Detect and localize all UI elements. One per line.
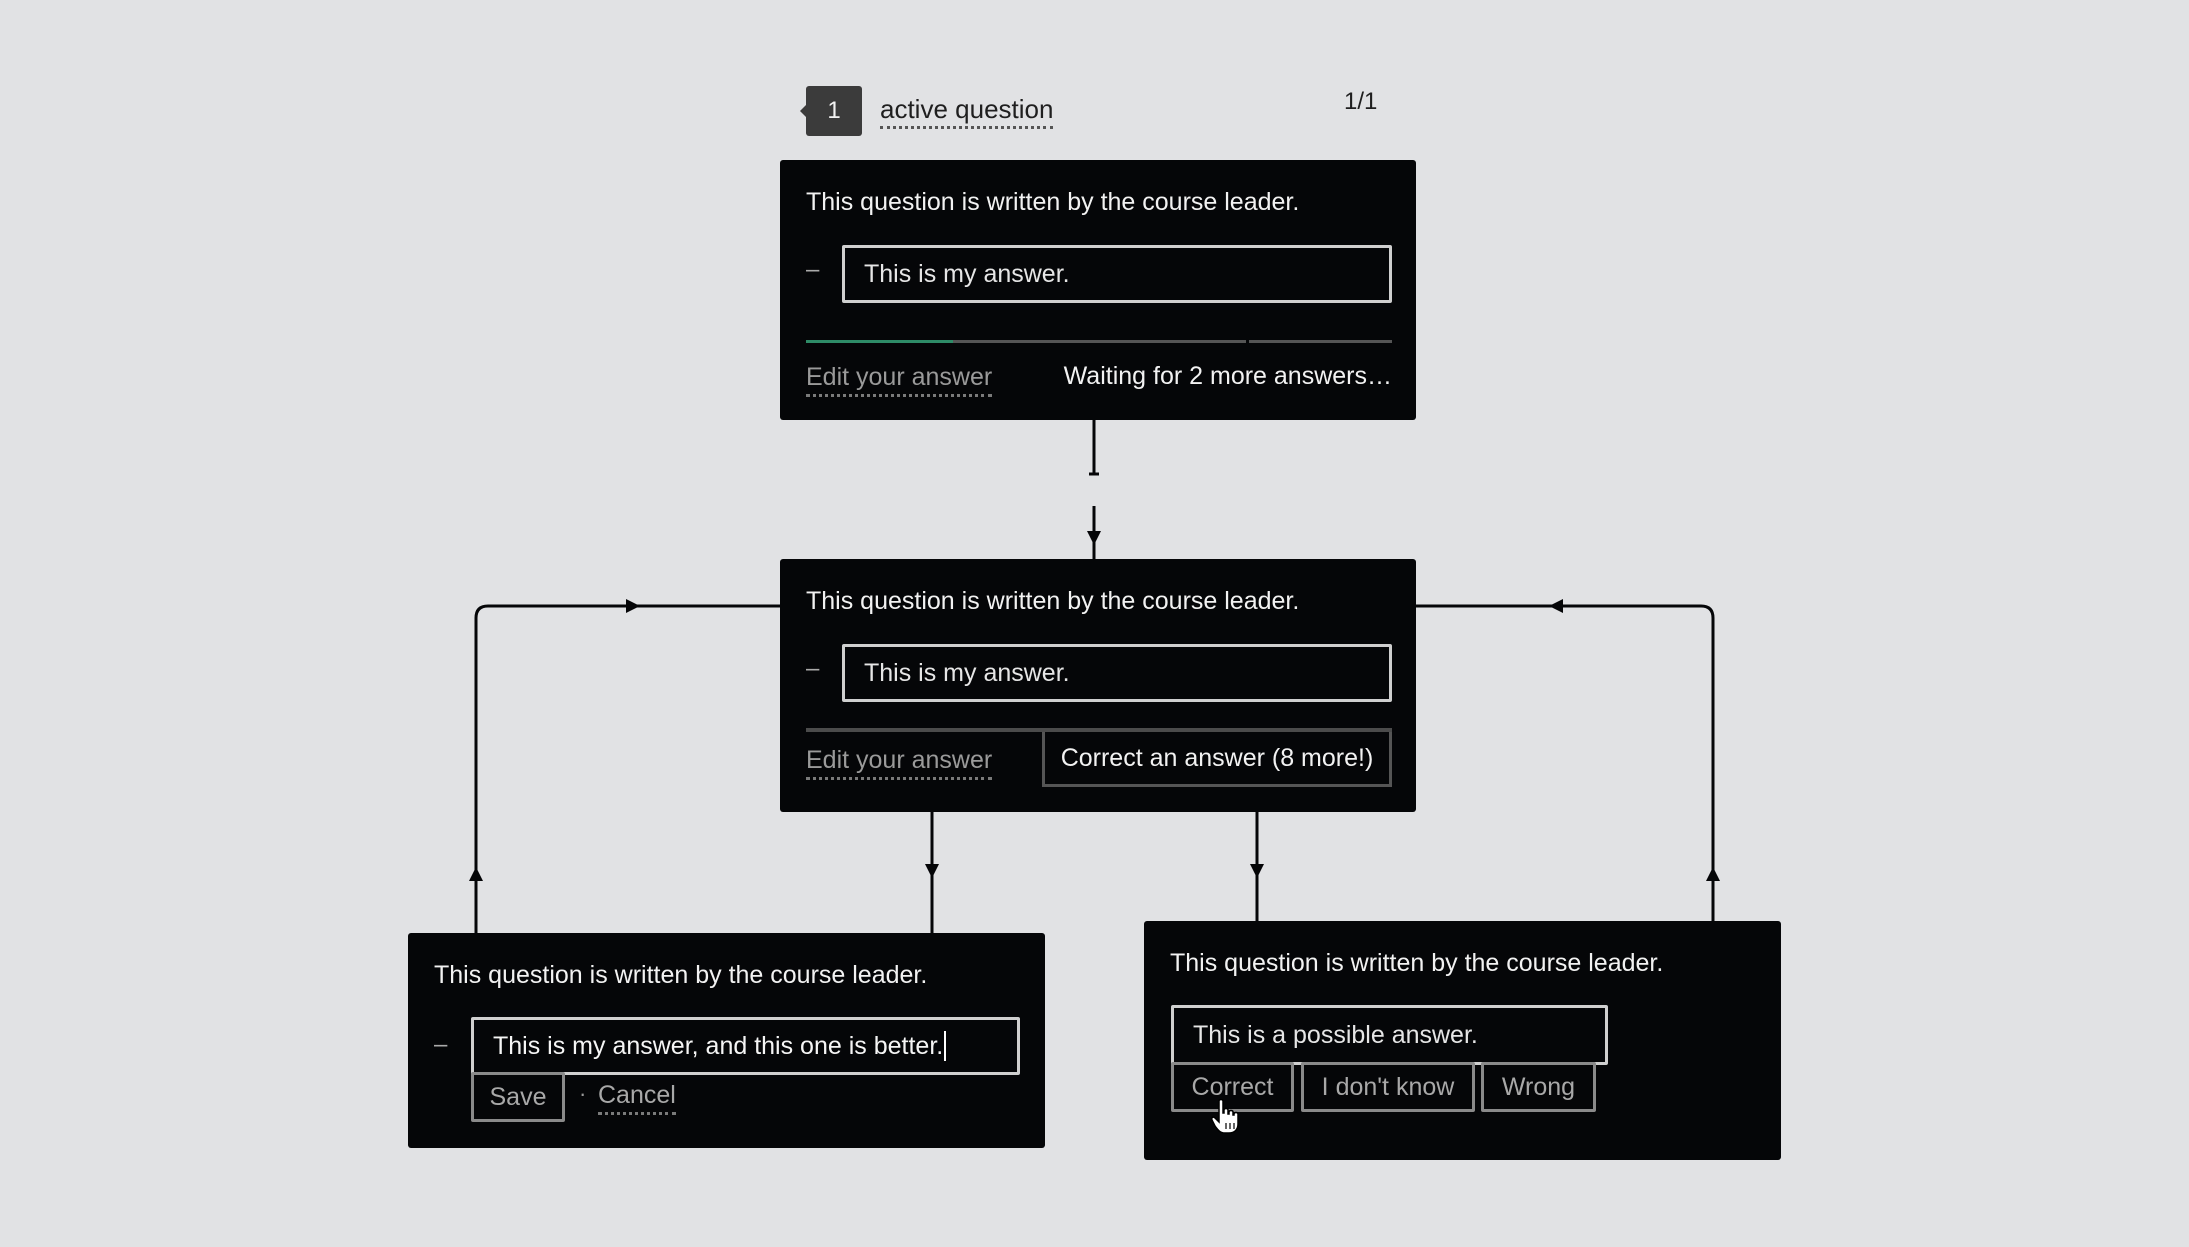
answer-text: This is my answer. bbox=[864, 658, 1070, 687]
answer-input-value: This is my answer, and this one is bette… bbox=[493, 1031, 944, 1060]
answer-text: This is my answer. bbox=[864, 259, 1070, 288]
connector-grading-to-ready bbox=[1416, 604, 1715, 921]
possible-answer-text: This is a possible answer. bbox=[1193, 1020, 1478, 1049]
active-question-count-badge: 1 bbox=[800, 86, 862, 136]
arrowhead-down-editing bbox=[925, 864, 939, 878]
arrowhead-up-editing-loop bbox=[469, 867, 483, 881]
question-card-waiting: This question is written by the course l… bbox=[780, 160, 1416, 420]
question-card-editing: This question is written by the course l… bbox=[408, 933, 1045, 1148]
answer-input[interactable]: This is my answer, and this one is bette… bbox=[471, 1017, 1020, 1075]
arrowhead-down-ready bbox=[1087, 531, 1101, 545]
answer-display: This is my answer. bbox=[842, 644, 1392, 702]
badge-count: 1 bbox=[827, 97, 841, 124]
possible-answer-display: This is a possible answer. bbox=[1171, 1005, 1608, 1065]
question-text: This question is written by the course l… bbox=[1170, 949, 1664, 977]
question-pager: 1/1 bbox=[1344, 88, 1378, 115]
edit-answer-link[interactable]: Edit your answer bbox=[806, 362, 993, 397]
arrowhead-down-grading bbox=[1250, 864, 1264, 878]
question-text: This question is written by the course l… bbox=[806, 188, 1300, 216]
grade-wrong-button[interactable]: Wrong bbox=[1481, 1062, 1596, 1112]
answer-display: This is my answer. bbox=[842, 245, 1392, 303]
question-card-ready: This question is written by the course l… bbox=[780, 559, 1416, 812]
answer-bullet: – bbox=[434, 1031, 448, 1058]
grade-dont-know-button[interactable]: I don't know bbox=[1301, 1062, 1475, 1112]
answer-bullet: – bbox=[806, 655, 820, 682]
answer-bullet: – bbox=[806, 256, 820, 283]
question-text: This question is written by the course l… bbox=[434, 961, 928, 989]
waiting-status: Waiting for 2 more answers… bbox=[1063, 362, 1392, 390]
edit-answer-link[interactable]: Edit your answer bbox=[806, 745, 993, 780]
hand-pointer-cursor-icon bbox=[1211, 1099, 1239, 1134]
arrowhead-left-grading-loop bbox=[1549, 599, 1563, 613]
correct-an-answer-button[interactable]: Correct an answer (8 more!) bbox=[1042, 732, 1392, 787]
arrowhead-up-grading-loop bbox=[1706, 867, 1720, 881]
connector-editing-to-ready bbox=[474, 604, 780, 933]
answers-progress-bar bbox=[806, 338, 1392, 345]
action-separator: · bbox=[579, 1081, 587, 1106]
progress-fill bbox=[806, 340, 953, 343]
cancel-link[interactable]: Cancel bbox=[598, 1080, 676, 1115]
progress-segment-break bbox=[1245, 338, 1249, 345]
active-question-link[interactable]: active question bbox=[880, 94, 1054, 129]
save-button[interactable]: Save bbox=[471, 1072, 565, 1122]
text-caret bbox=[944, 1031, 947, 1061]
question-card-grading: This question is written by the course l… bbox=[1144, 921, 1781, 1160]
question-text: This question is written by the course l… bbox=[806, 587, 1300, 615]
arrowhead-right-editing-loop bbox=[626, 599, 640, 613]
